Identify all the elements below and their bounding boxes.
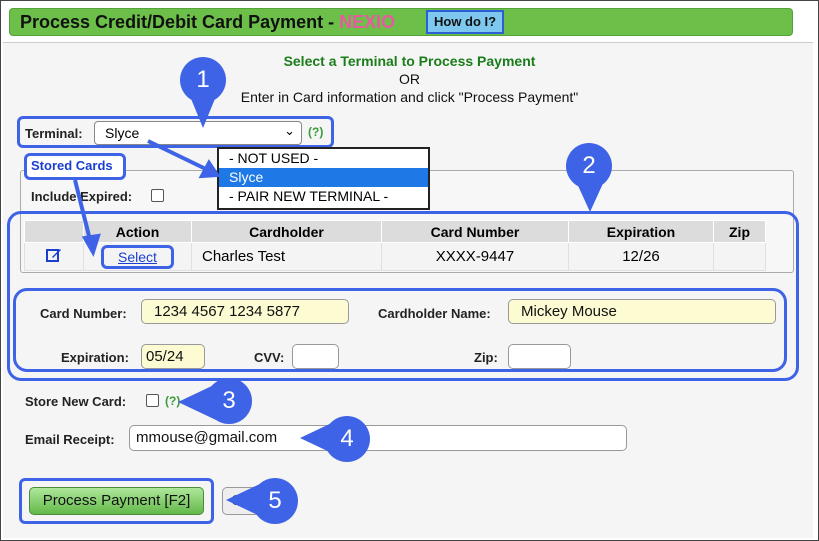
arrow-head-select: [81, 233, 101, 257]
callout-badge-3: 3: [206, 378, 252, 424]
arrow-head-dropdown: [198, 159, 221, 179]
arrow-to-select: [73, 179, 93, 245]
callout-badge-5: 5: [252, 478, 298, 524]
callout-badge-4: 4: [324, 416, 370, 462]
arrow-to-dropdown: [147, 139, 213, 174]
callout-arrows: [73, 139, 221, 257]
callout-badge-2: 2: [566, 143, 612, 189]
callout-badge-1: 1: [180, 57, 226, 103]
